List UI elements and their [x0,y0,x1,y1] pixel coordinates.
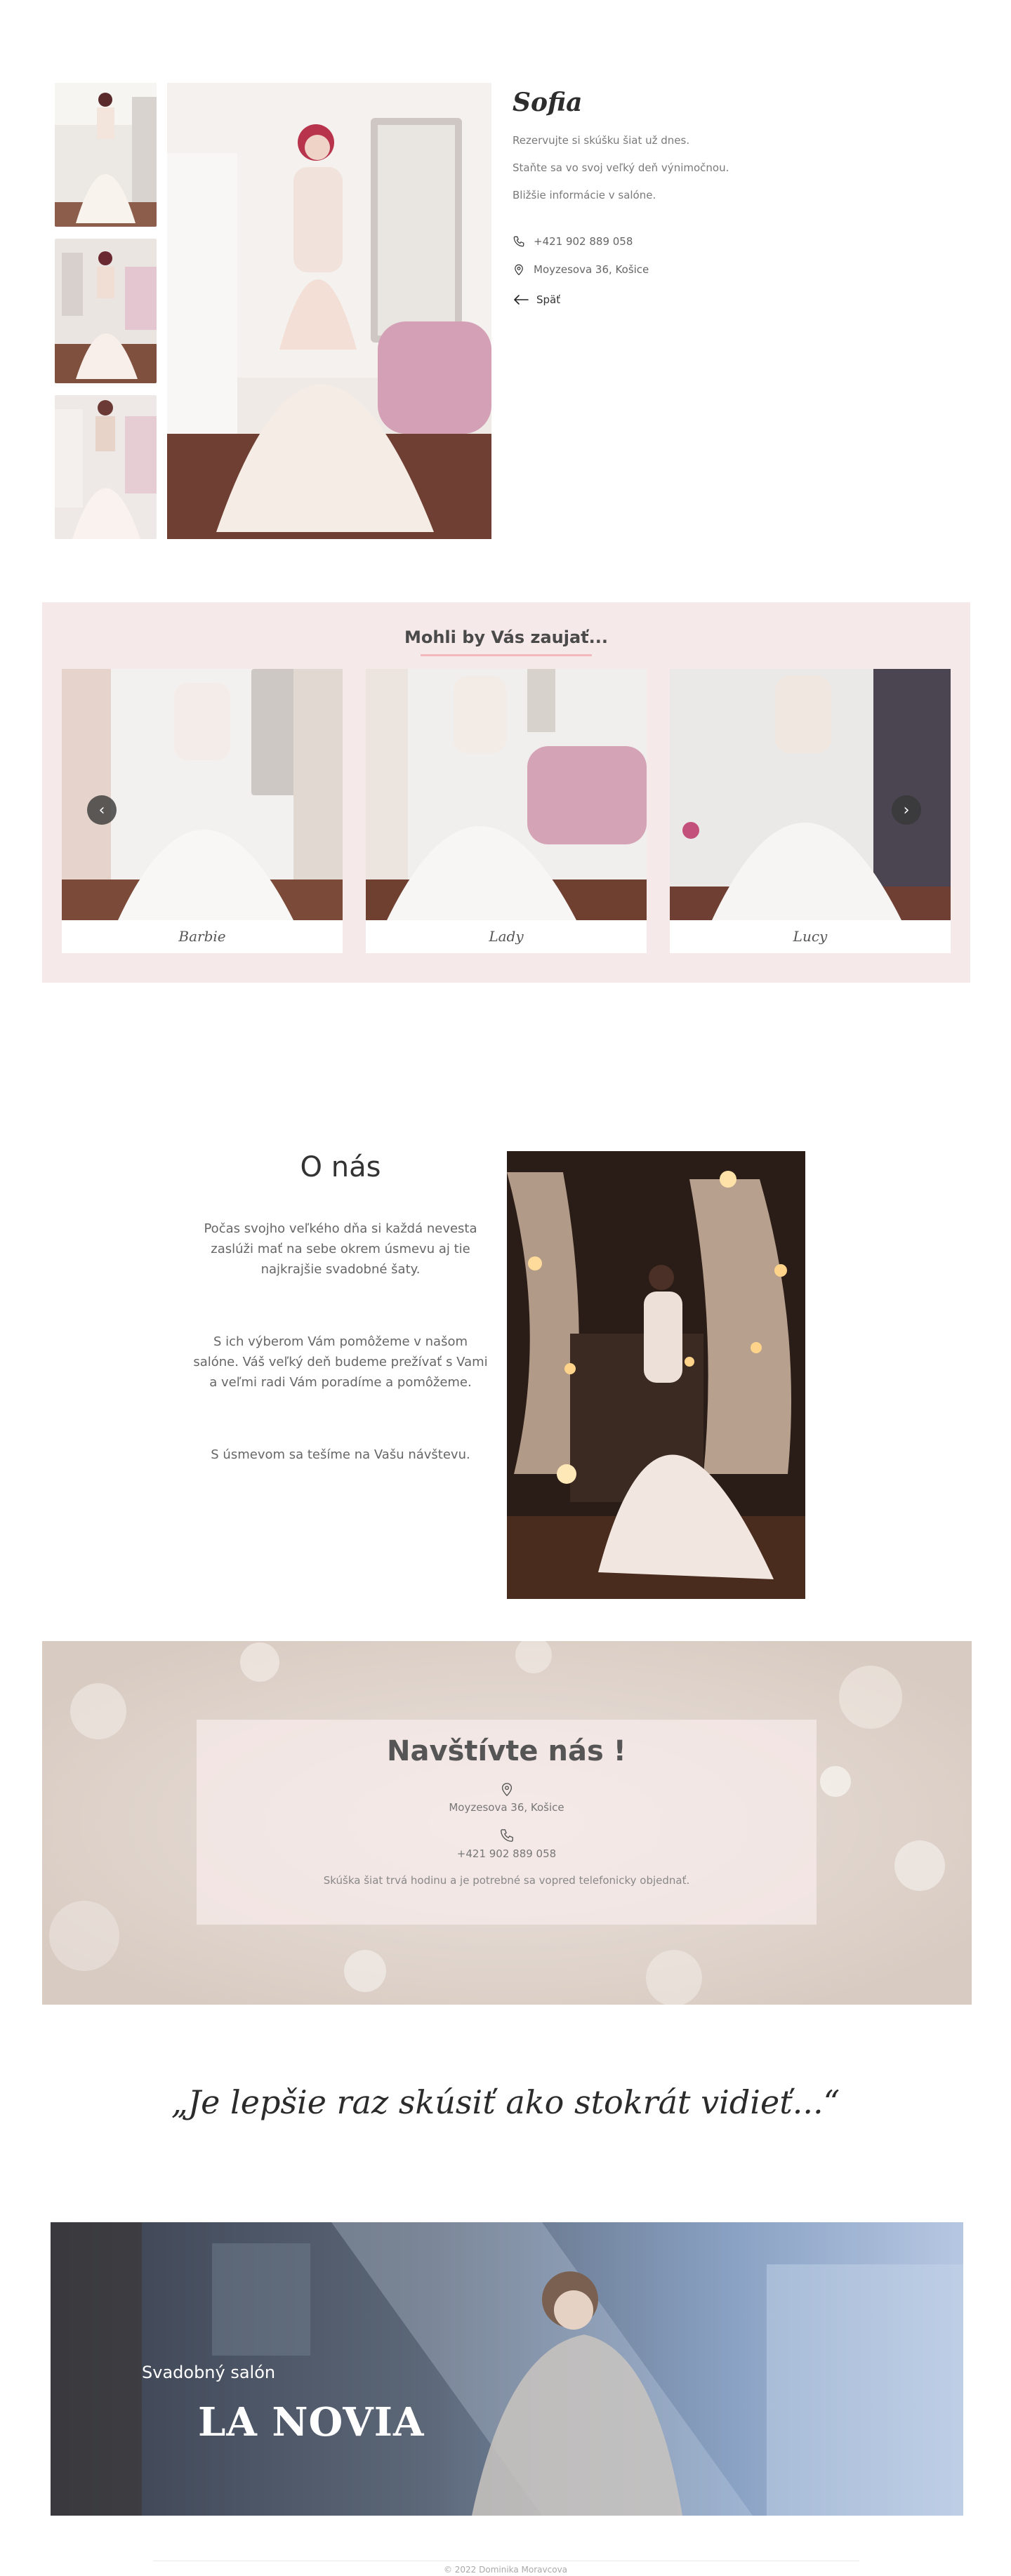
footer-copyright: © 2022 Dominika Moravcova [443,2565,568,2575]
dress-card[interactable]: Lady [366,669,647,953]
visit-note: Skúška šiat trvá hodinu a je potrebné sa… [323,1874,690,1887]
about-title: O nás [300,1151,381,1183]
dress-card-name[interactable]: Lady [366,920,647,953]
dress-card-photo[interactable] [366,669,647,920]
product-line: Bližšie informácie v salóne. [513,189,656,201]
related-section: Mohli by Vás zaujať... Barbie Lady Lucy … [42,602,970,983]
carousel-next-button[interactable]: › [892,795,921,825]
hero-subtitle: Svadobný salón [142,2363,276,2382]
location-pin-icon [515,264,523,276]
back-label[interactable]: Späť [536,293,560,306]
thumbnail-2[interactable] [55,239,157,383]
about-paragraph: S ich výberom Vám pomôžeme v našom salón… [193,1334,488,1390]
hero-title: LA NOVIA [198,2399,425,2445]
location-pin-icon [501,1783,512,1796]
chevron-right-icon: › [903,801,910,819]
phone-icon [500,1829,513,1842]
visit-title: Navštívte nás ! [387,1735,626,1767]
about-paragraph: Počas svojho veľkého dňa si každá nevest… [204,1221,477,1277]
about-paragraph: S úsmevom sa tešíme na Vašu návštevu. [211,1447,470,1462]
phone-icon [513,236,524,247]
product-info: Sofia Rezervujte si skúšku šiat už dnes.… [513,83,835,306]
product-section: Sofia Rezervujte si skúšku šiat už dnes.… [55,83,967,539]
dress-card-name[interactable]: Lucy [670,920,951,953]
product-line: Staňte sa vo svoj veľký deň výnimočnou. [513,161,729,174]
phone-number[interactable]: +421 902 889 058 [534,235,633,248]
chevron-left-icon: ‹ [98,801,105,819]
back-link[interactable]: Späť [513,293,835,306]
address-row: Moyzesova 36, Košice [513,255,835,284]
about-photo [507,1151,805,1599]
visit-address: Moyzesova 36, Košice [449,1801,564,1814]
phone-row[interactable]: +421 902 889 058 [513,227,835,255]
main-dress-photo [167,83,491,539]
product-line: Rezervujte si skúšku šiat už dnes. [513,134,690,147]
dress-name: Sofia [513,88,583,117]
related-title: Mohli by Vás zaujať... [404,628,609,647]
title-underline [421,654,592,656]
hero-banner: Svadobný salón LA NOVIA [51,2222,963,2516]
contact-block: +421 902 889 058 Moyzesova 36, Košice [513,227,835,284]
visit-card: Navštívte nás ! Moyzesova 36, Košice +42… [197,1720,817,1925]
arrow-left-icon [514,295,529,305]
thumbnail-3[interactable] [55,395,157,539]
dress-card-photo[interactable] [62,669,343,920]
address-text: Moyzesova 36, Košice [534,263,649,276]
dress-card-photo[interactable] [670,669,951,920]
thumbnail-1[interactable] [55,83,157,227]
visit-section: Navštívte nás ! Moyzesova 36, Košice +42… [42,1641,972,2005]
quote-text: „Je lepšie raz skúsiť ako stokrát vidieť… [171,2083,840,2121]
visit-phone[interactable]: +421 902 889 058 [197,1847,817,1860]
dress-card-name[interactable]: Barbie [62,920,343,953]
carousel-prev-button[interactable]: ‹ [87,795,117,825]
